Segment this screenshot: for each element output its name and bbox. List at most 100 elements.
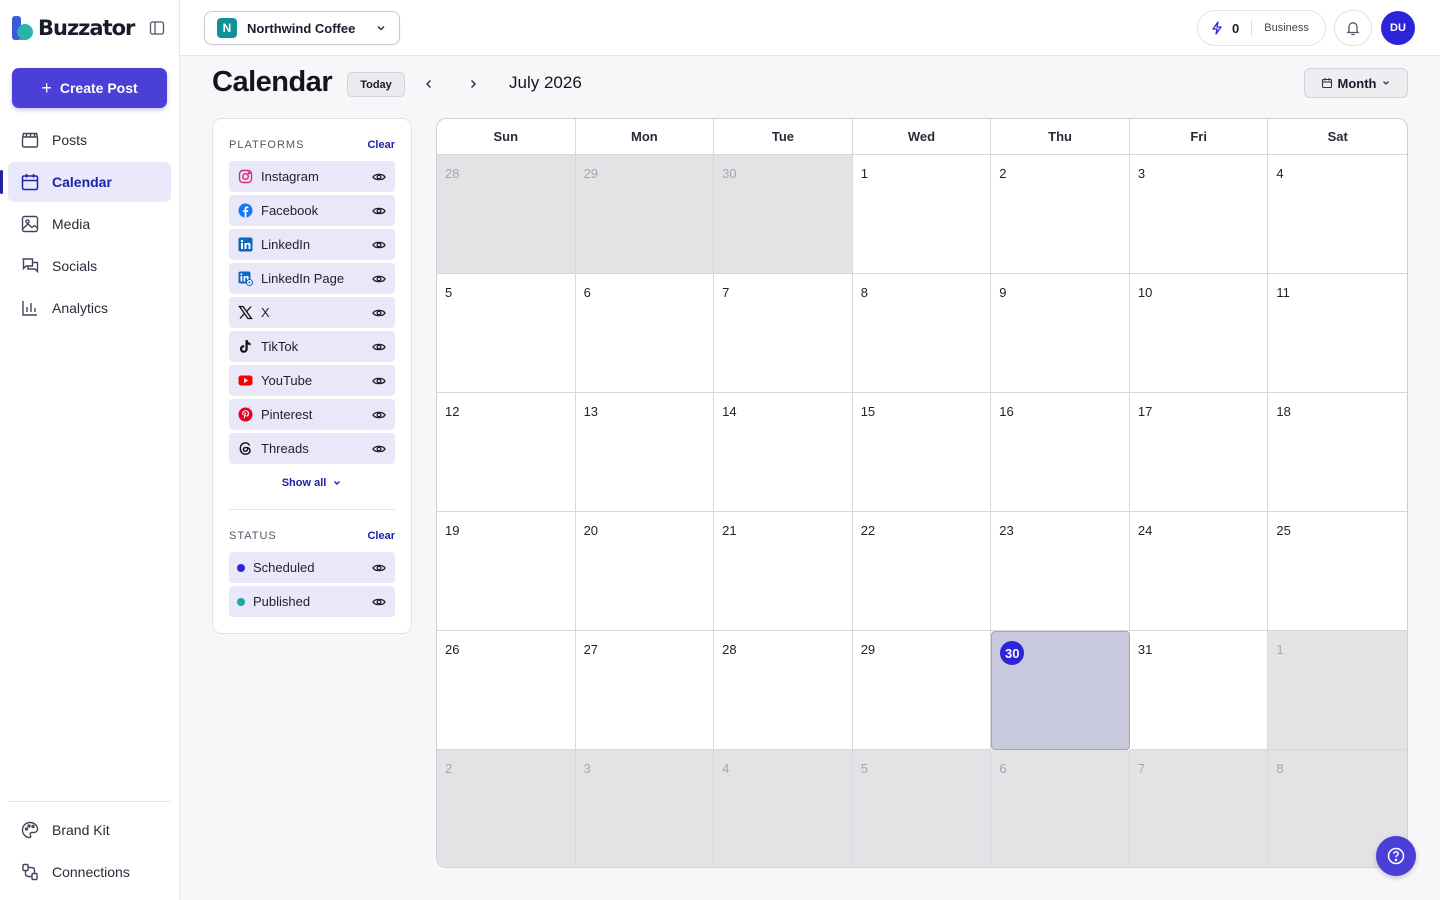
- next-month-button[interactable]: [463, 74, 483, 94]
- calendar-day[interactable]: 5: [852, 750, 992, 867]
- calendar-day[interactable]: 7: [1129, 750, 1269, 867]
- calendar-day[interactable]: 1: [1268, 631, 1407, 750]
- calendar-day[interactable]: 18: [1268, 393, 1407, 512]
- eye-icon[interactable]: [371, 339, 387, 355]
- credits-badge[interactable]: 0 Business: [1197, 10, 1326, 46]
- sidebar-nav: Posts Calendar Media Socials Analytics: [0, 120, 171, 330]
- prev-month-button[interactable]: [419, 74, 439, 94]
- calendar-day[interactable]: 9: [991, 274, 1130, 393]
- filter-platform-facebook[interactable]: Facebook: [229, 195, 395, 226]
- calendar-day[interactable]: 28: [437, 155, 576, 274]
- calendar-day[interactable]: 5: [437, 274, 576, 393]
- filter-status-published[interactable]: Published: [229, 586, 395, 617]
- sidebar-item-posts[interactable]: Posts: [8, 120, 171, 160]
- bell-icon: [1346, 22, 1360, 36]
- calendar-day[interactable]: 19: [437, 512, 576, 631]
- status-clear-button[interactable]: Clear: [367, 530, 395, 542]
- x-icon: [237, 305, 253, 321]
- sidebar-item-media[interactable]: Media: [8, 204, 171, 244]
- eye-icon[interactable]: [371, 373, 387, 389]
- view-selector[interactable]: Month: [1304, 68, 1408, 98]
- platforms-clear-button[interactable]: Clear: [367, 139, 395, 151]
- sidebar-item-label: Calendar: [52, 174, 112, 190]
- calendar-day[interactable]: 4: [714, 750, 853, 867]
- calendar-day[interactable]: 22: [852, 512, 992, 631]
- calendar-day[interactable]: 26: [437, 631, 576, 750]
- filter-label: YouTube: [261, 373, 313, 388]
- calendar-day[interactable]: 28: [714, 631, 853, 750]
- calendar-day[interactable]: 14: [714, 393, 853, 512]
- filter-platform-linkedin[interactable]: LinkedIn: [229, 229, 395, 260]
- eye-icon[interactable]: [371, 305, 387, 321]
- sidebar-item-socials[interactable]: Socials: [8, 246, 171, 286]
- calendar-day[interactable]: 12: [437, 393, 576, 512]
- calendar-day[interactable]: 23: [991, 512, 1130, 631]
- calendar-day[interactable]: 25: [1268, 512, 1407, 631]
- calendar-day[interactable]: 21: [714, 512, 853, 631]
- eye-icon[interactable]: [371, 271, 387, 287]
- calendar-day[interactable]: 6: [991, 750, 1130, 867]
- brand-logo[interactable]: Buzzator: [12, 16, 135, 40]
- notifications-button[interactable]: [1334, 10, 1372, 46]
- create-post-button[interactable]: + Create Post: [12, 68, 167, 108]
- filter-platform-pinterest[interactable]: Pinterest: [229, 399, 395, 430]
- show-all-button[interactable]: Show all: [229, 467, 395, 499]
- eye-icon[interactable]: [371, 441, 387, 457]
- day-number: 1: [860, 166, 868, 181]
- eye-icon[interactable]: [371, 594, 387, 610]
- filter-platform-tiktok[interactable]: TikTok: [229, 331, 395, 362]
- calendar-day[interactable]: 29: [852, 631, 992, 750]
- sidebar-item-analytics[interactable]: Analytics: [8, 288, 171, 328]
- calendar-day[interactable]: 2: [991, 155, 1130, 274]
- linkedin-icon: [237, 237, 253, 253]
- sidebar-item-brand-kit[interactable]: Brand Kit: [8, 810, 171, 850]
- eye-icon[interactable]: [371, 203, 387, 219]
- filter-platform-linkedin-page[interactable]: LinkedIn Page: [229, 263, 395, 294]
- calendar-day[interactable]: 7: [714, 274, 853, 393]
- calendar-day[interactable]: 2: [437, 750, 576, 867]
- sidebar: Buzzator + Create Post Posts Calendar Me…: [0, 0, 180, 900]
- eye-icon[interactable]: [371, 560, 387, 576]
- workspace-switcher[interactable]: N Northwind Coffee: [204, 11, 400, 45]
- sidebar-toggle-icon[interactable]: [147, 18, 167, 38]
- calendar-day[interactable]: 6: [575, 274, 715, 393]
- logo-mark-icon: [12, 16, 34, 40]
- calendar-day[interactable]: 1: [852, 155, 992, 274]
- weekday-label: Wed: [853, 119, 992, 154]
- user-avatar[interactable]: DU: [1381, 11, 1415, 45]
- calendar-day[interactable]: 29: [575, 155, 715, 274]
- calendar-day[interactable]: 30: [714, 155, 853, 274]
- filter-platform-threads[interactable]: Threads: [229, 433, 395, 464]
- day-number: 26: [445, 642, 460, 657]
- calendar-day[interactable]: 20: [575, 512, 715, 631]
- filter-platform-instagram[interactable]: Instagram: [229, 161, 395, 192]
- calendar-day-today[interactable]: 30: [991, 631, 1130, 750]
- calendar-day[interactable]: 13: [575, 393, 715, 512]
- today-button[interactable]: Today: [347, 72, 405, 97]
- calendar-day[interactable]: 8: [852, 274, 992, 393]
- calendar-day[interactable]: 15: [852, 393, 992, 512]
- calendar-day[interactable]: 24: [1129, 512, 1269, 631]
- filter-platform-x[interactable]: X: [229, 297, 395, 328]
- filter-label: LinkedIn Page: [261, 271, 345, 286]
- help-button[interactable]: [1376, 836, 1416, 876]
- weekday-label: Fri: [1130, 119, 1269, 154]
- calendar-day[interactable]: 31: [1129, 631, 1269, 750]
- sidebar-item-calendar[interactable]: Calendar: [0, 162, 171, 202]
- calendar-day[interactable]: 4: [1268, 155, 1407, 274]
- filter-platform-youtube[interactable]: YouTube: [229, 365, 395, 396]
- eye-icon[interactable]: [371, 237, 387, 253]
- calendar-day[interactable]: 3: [1129, 155, 1269, 274]
- calendar-day[interactable]: 16: [991, 393, 1130, 512]
- sidebar-item-connections[interactable]: Connections: [8, 852, 171, 892]
- sidebar-item-label: Analytics: [52, 300, 109, 316]
- calendar-day[interactable]: 3: [575, 750, 715, 867]
- eye-icon[interactable]: [371, 407, 387, 423]
- calendar-day[interactable]: 10: [1129, 274, 1269, 393]
- view-label: Month: [1337, 75, 1377, 91]
- calendar-day[interactable]: 27: [575, 631, 715, 750]
- filter-status-scheduled[interactable]: Scheduled: [229, 552, 395, 583]
- calendar-day[interactable]: 11: [1268, 274, 1407, 393]
- eye-icon[interactable]: [371, 169, 387, 185]
- calendar-day[interactable]: 17: [1129, 393, 1269, 512]
